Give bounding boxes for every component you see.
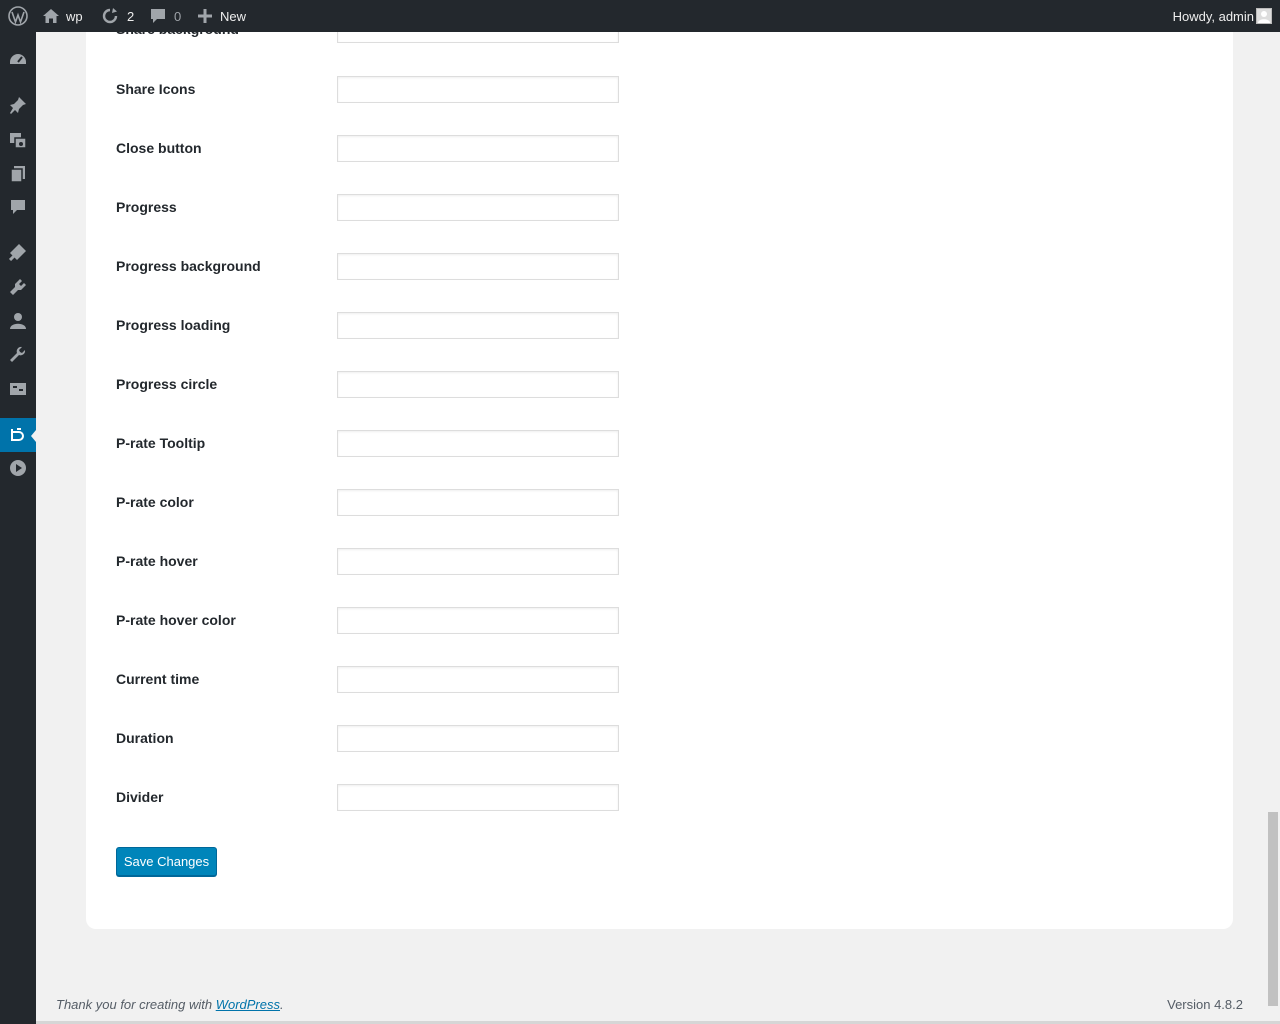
comments-count: 0 xyxy=(174,8,182,24)
field-label: P-rate Tooltip xyxy=(116,435,206,451)
field-label: Duration xyxy=(116,730,174,746)
tools-icon[interactable] xyxy=(0,338,36,372)
p-rate-hover-color-input[interactable] xyxy=(337,607,619,634)
wordpress-logo-icon[interactable] xyxy=(5,0,31,32)
plus-icon xyxy=(198,9,212,23)
site-name-label: wp xyxy=(66,8,83,24)
divider-input[interactable] xyxy=(337,784,619,811)
form-row-p-rate-hover-color: P-rate hover color xyxy=(116,607,626,635)
field-label: P-rate hover color xyxy=(116,612,236,628)
comments-icon xyxy=(150,8,166,24)
form-row-p-rate-hover: P-rate hover xyxy=(116,548,626,576)
new-label: New xyxy=(220,8,247,24)
wordpress-link[interactable]: WordPress xyxy=(216,997,280,1012)
p-rate-tooltip-input[interactable] xyxy=(337,430,619,457)
scrollbar-thumb[interactable] xyxy=(1268,812,1278,1006)
video-icon[interactable] xyxy=(0,451,36,485)
form-row-share-icons: Share Icons xyxy=(116,76,626,104)
footer-thanks-suffix: . xyxy=(280,997,284,1012)
settings-icon[interactable] xyxy=(0,372,36,406)
p-rate-color-input[interactable] xyxy=(337,489,619,516)
updates-count: 2 xyxy=(127,8,135,24)
progress-circle-input[interactable] xyxy=(337,371,619,398)
dashboard-icon[interactable] xyxy=(0,43,36,77)
form-row-current-time: Current time xyxy=(116,666,626,694)
form-row-progress: Progress xyxy=(116,194,626,222)
form-row-progress-background: Progress background xyxy=(116,253,626,281)
form-row-progress-loading: Progress loading xyxy=(116,312,626,340)
form-row-p-rate-tooltip: P-rate Tooltip xyxy=(116,430,626,458)
new-content-menu[interactable]: New xyxy=(198,0,246,32)
field-label: Progress circle xyxy=(116,376,218,392)
p-rate-hover-input[interactable] xyxy=(337,548,619,575)
field-label: P-rate hover xyxy=(116,553,198,569)
my-account-menu[interactable]: Howdy, admin xyxy=(1173,0,1254,32)
footer-thanks-text: Thank you for creating with xyxy=(56,997,216,1012)
progress-loading-input[interactable] xyxy=(337,312,619,339)
posts-icon[interactable] xyxy=(0,88,36,122)
progress-background-input[interactable] xyxy=(337,253,619,280)
field-label: Current time xyxy=(116,671,200,687)
page-scrollbar[interactable] xyxy=(1266,32,1280,1024)
field-label: Close button xyxy=(116,140,202,156)
updates-icon xyxy=(101,8,119,24)
form-row-divider: Divider xyxy=(116,784,626,812)
plugins-icon[interactable] xyxy=(0,270,36,304)
comments-menu-icon[interactable] xyxy=(0,190,36,224)
field-label: Progress loading xyxy=(116,317,231,333)
field-label: Share Icons xyxy=(116,81,196,97)
player-plugin-icon[interactable] xyxy=(0,418,36,452)
comments-menu[interactable]: 0 xyxy=(150,0,181,32)
form-row-close-button: Close button xyxy=(116,135,626,163)
duration-input[interactable] xyxy=(337,725,619,752)
site-name-menu[interactable]: wp xyxy=(42,0,83,32)
users-icon[interactable] xyxy=(0,304,36,338)
admin-bar: wp 2 0 New Howdy, admin xyxy=(0,0,1280,32)
current-time-input[interactable] xyxy=(337,666,619,693)
close-button-input[interactable] xyxy=(337,135,619,162)
updates-menu[interactable]: 2 xyxy=(101,0,134,32)
field-label: Progress background xyxy=(116,258,261,274)
save-changes-button[interactable]: Save Changes xyxy=(116,847,217,876)
form-row-duration: Duration xyxy=(116,725,626,753)
pages-icon[interactable] xyxy=(0,157,36,191)
form-row-progress-circle: Progress circle xyxy=(116,371,626,399)
field-label: P-rate color xyxy=(116,494,194,510)
field-label: Divider xyxy=(116,789,164,805)
footer-thanks: Thank you for creating with WordPress. xyxy=(56,997,284,1012)
account-label: Howdy, admin xyxy=(1172,8,1254,24)
media-icon[interactable] xyxy=(0,123,36,157)
form-row-p-rate-color: P-rate color xyxy=(116,489,626,517)
admin-menu xyxy=(0,32,36,1024)
field-label: Progress xyxy=(116,199,177,215)
share-icons-input[interactable] xyxy=(337,76,619,103)
avatar[interactable] xyxy=(1256,8,1272,24)
appearance-icon[interactable] xyxy=(0,235,36,269)
progress-input[interactable] xyxy=(337,194,619,221)
footer-version: Version 4.8.2 xyxy=(1167,997,1243,1012)
home-icon xyxy=(42,8,60,24)
